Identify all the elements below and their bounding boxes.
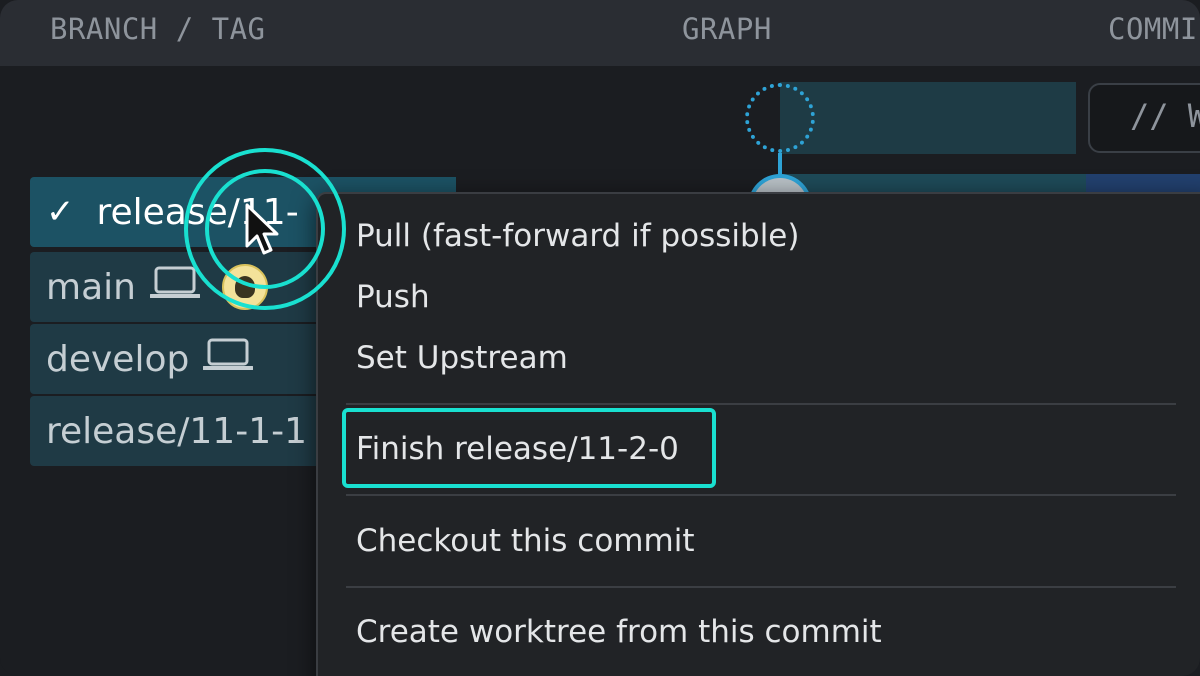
laptop-icon: [202, 337, 255, 382]
laptop-icon: [148, 265, 201, 310]
check-icon: ✓: [46, 192, 75, 232]
column-header-branch-tag[interactable]: BRANCH / TAG: [50, 12, 266, 46]
wip-graph-node[interactable]: [745, 83, 815, 153]
column-header-graph[interactable]: GRAPH: [682, 12, 772, 46]
wip-message-input[interactable]: // W: [1088, 83, 1200, 153]
menu-item-checkout-commit[interactable]: Checkout this commit: [356, 523, 694, 559]
branch-label: develop: [46, 338, 190, 380]
menu-divider: [346, 494, 1176, 496]
branch-label: release/11-1-1: [46, 410, 307, 452]
menu-divider: [346, 586, 1176, 588]
highlight-box: [342, 408, 716, 488]
menu-item-push[interactable]: Push: [356, 279, 430, 315]
column-header-commit[interactable]: COMMI: [1108, 12, 1198, 46]
menu-item-set-upstream[interactable]: Set Upstream: [356, 340, 568, 376]
commit-row-highlight: [1086, 174, 1200, 194]
branch-item-develop[interactable]: develop: [30, 324, 320, 394]
wip-row-background: [780, 82, 1076, 154]
branch-label: main: [46, 266, 136, 308]
menu-divider: [346, 403, 1176, 405]
app-window: BRANCH / TAG GRAPH COMMI // W ✓ release/…: [0, 0, 1200, 676]
menu-item-pull[interactable]: Pull (fast-forward if possible): [356, 218, 799, 254]
menu-item-create-worktree[interactable]: Create worktree from this commit: [356, 614, 882, 650]
branch-item-release-11-1-1[interactable]: release/11-1-1: [30, 396, 320, 466]
mouse-cursor-icon: [244, 202, 280, 262]
column-header-bar: BRANCH / TAG GRAPH COMMI: [0, 0, 1200, 66]
